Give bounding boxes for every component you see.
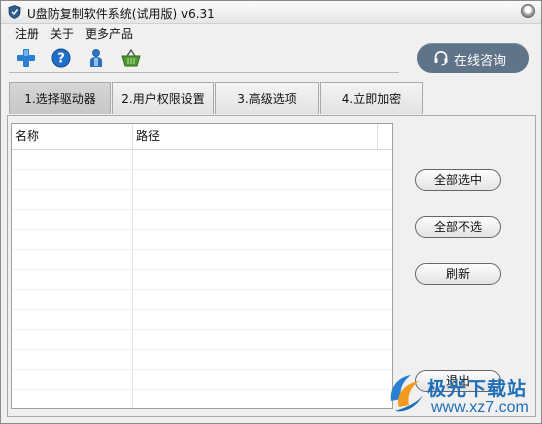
tab-select-drive[interactable]: 1.选择驱动器 (9, 82, 111, 114)
menu-item-about[interactable]: 关于 (50, 25, 74, 42)
table-row (12, 269, 392, 290)
menu-item-register[interactable]: 注册 (15, 25, 39, 42)
tab-encrypt-now[interactable]: 4.立即加密 (320, 82, 423, 114)
toolbar: ? (9, 46, 399, 73)
tab-advanced-options[interactable]: 3.高级选项 (215, 82, 319, 114)
drive-list[interactable]: 名称 路径 (11, 123, 393, 409)
title-bar: U盘防复制软件系统(试用版) v6.31 (1, 1, 541, 24)
online-consult-label: 在线咨询 (454, 54, 507, 69)
table-row (12, 309, 392, 330)
list-header: 名称 路径 (12, 124, 392, 150)
watermark-logo-icon (390, 375, 423, 412)
table-row (12, 289, 392, 310)
column-header-path[interactable]: 路径 (133, 124, 378, 149)
table-row (12, 149, 392, 170)
watermark: 极光下载站 www.xz7.com (385, 369, 541, 421)
refresh-button[interactable]: 刷新 (415, 263, 501, 285)
table-row (12, 349, 392, 370)
shield-app-icon (8, 5, 21, 19)
table-row (12, 329, 392, 350)
help-icon[interactable]: ? (50, 47, 72, 69)
watermark-line1: 极光下载站 (427, 379, 528, 400)
user-icon[interactable] (85, 47, 107, 69)
table-row (12, 369, 392, 390)
select-none-button[interactable]: 全部不选 (415, 216, 501, 238)
column-header-name[interactable]: 名称 (12, 124, 133, 149)
svg-text:?: ? (57, 52, 65, 67)
table-row (12, 249, 392, 270)
tab-bar: 1.选择驱动器 2.用户权限设置 3.高级选项 4.立即加密 (9, 82, 429, 116)
table-row (12, 209, 392, 230)
select-all-button[interactable]: 全部选中 (415, 169, 501, 191)
window-title: U盘防复制软件系统(试用版) v6.31 (27, 7, 215, 21)
table-row (12, 229, 392, 250)
column-header-filler (378, 124, 392, 149)
menu-bar: 注册 关于 更多产品 (1, 24, 301, 42)
app-window: U盘防复制软件系统(试用版) v6.31 注册 关于 更多产品 ? 在线咨询 1… (0, 0, 542, 424)
add-icon[interactable] (15, 47, 37, 69)
basket-icon[interactable] (120, 47, 142, 69)
headset-icon (433, 50, 449, 66)
table-row (12, 169, 392, 190)
table-row (12, 189, 392, 210)
window-control-icon[interactable] (521, 4, 535, 18)
tab-user-permissions[interactable]: 2.用户权限设置 (112, 82, 214, 114)
table-row (12, 389, 392, 408)
watermark-line2: www.xz7.com (431, 399, 529, 416)
online-consult-button[interactable]: 在线咨询 (417, 43, 529, 73)
menu-item-more-products[interactable]: 更多产品 (85, 25, 133, 42)
